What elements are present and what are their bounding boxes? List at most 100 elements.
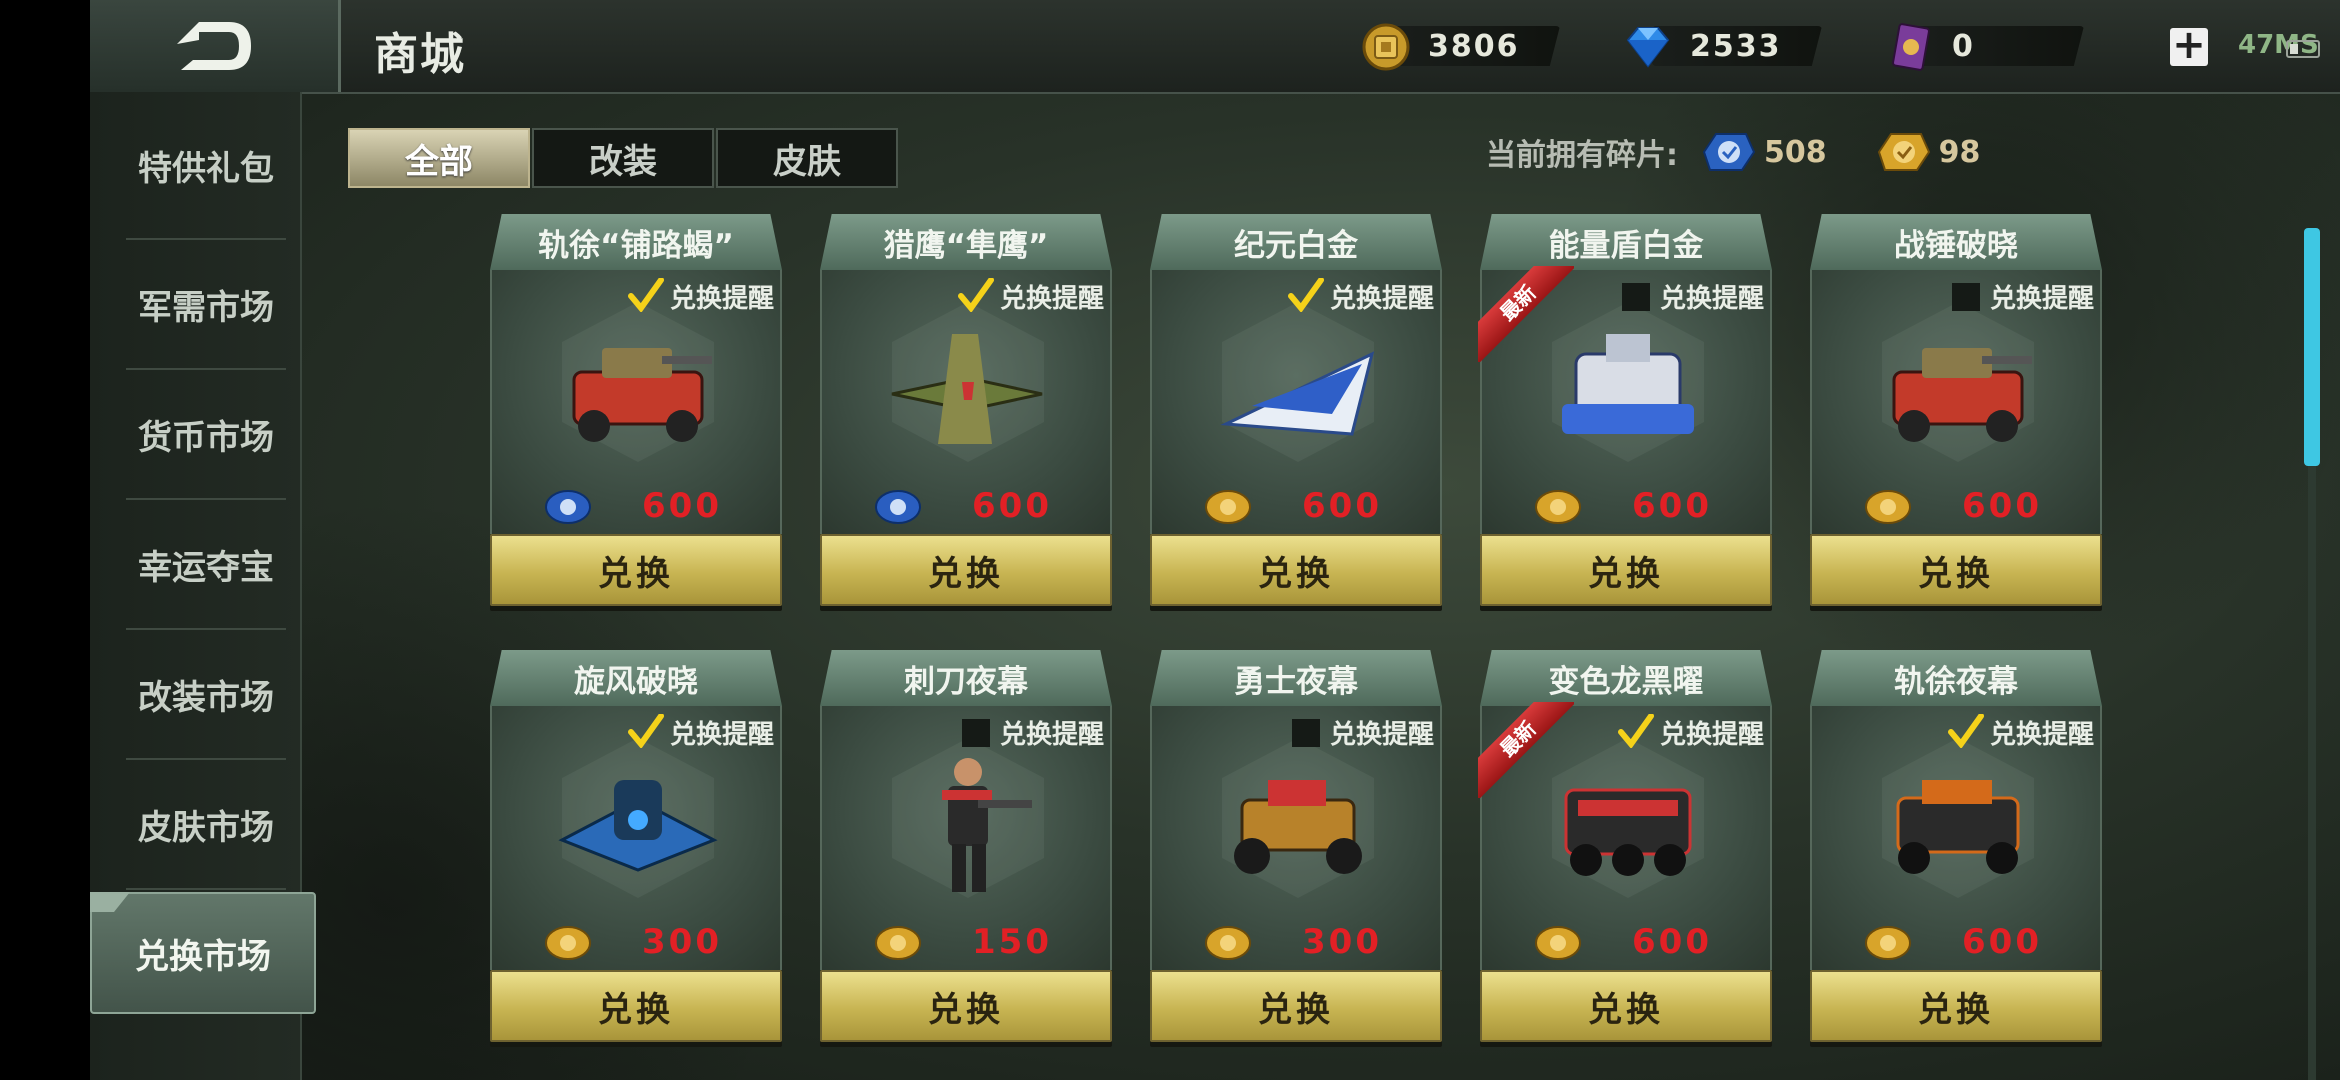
exchange-button[interactable]: 兑换 <box>490 970 782 1042</box>
reminder-label: 兑换提醒 <box>999 284 1104 314</box>
sidebar-item-lucky-draw[interactable]: 幸运夺宝 <box>126 500 286 630</box>
reminder-label: 兑换提醒 <box>1329 720 1434 750</box>
exchange-item-card: 能量盾白金 最新 兑换提醒 600 兑换 <box>1478 214 1772 616</box>
item-preview[interactable]: 兑换提醒 300 <box>490 706 782 970</box>
item-preview[interactable]: 兑换提醒 600 <box>1810 706 2102 970</box>
sidebar-item-currency-market[interactable]: 货币市场 <box>126 370 286 500</box>
price-value: 300 <box>642 922 722 962</box>
add-currency-button[interactable]: + <box>2170 25 2208 66</box>
item-preview[interactable]: 最新 兑换提醒 600 <box>1478 266 1772 534</box>
item-price: 600 <box>822 486 1114 528</box>
exchange-button[interactable]: 兑换 <box>1150 534 1442 606</box>
reminder-toggle[interactable]: 兑换提醒 <box>1617 713 1764 751</box>
exchange-button[interactable]: 兑换 <box>1150 970 1442 1042</box>
gold-fragment-icon <box>1535 490 1581 524</box>
checkbox-unchecked-icon[interactable] <box>961 718 990 747</box>
gold-coin-value: 3806 <box>1428 28 1520 64</box>
tank-icon <box>572 348 712 442</box>
item-preview[interactable]: 兑换提醒 600 <box>490 270 782 534</box>
tank-icon <box>1892 348 2032 442</box>
gold-fragment-icon <box>1535 926 1581 960</box>
item-price: 150 <box>822 922 1114 964</box>
jet-icon <box>1220 351 1375 436</box>
sidebar-item-supply-market[interactable]: 军需市场 <box>126 240 286 370</box>
item-price: 600 <box>1152 486 1444 528</box>
item-title: 轨徐夜幕 <box>1810 650 2102 706</box>
card-counter: 0 <box>1884 22 2114 71</box>
sidebar-item-mod-market[interactable]: 改装市场 <box>126 630 286 760</box>
checkbox-checked-icon[interactable] <box>1617 713 1654 748</box>
checkbox-checked-icon[interactable] <box>627 277 664 312</box>
back-button[interactable] <box>90 0 341 92</box>
item-title: 能量盾白金 <box>1480 214 1772 270</box>
shop-screen: 商城 3806 2533 0 + 47MS 特供礼包 军需市场 货币市场 幸运夺… <box>90 0 2340 1080</box>
item-price: 300 <box>1152 922 1444 964</box>
item-title: 变色龙黑曜 <box>1480 650 1772 706</box>
truck-icon <box>1896 780 2020 874</box>
exchange-button[interactable]: 兑换 <box>820 970 1112 1042</box>
sidebar-item-label: 皮肤市场 <box>138 807 274 848</box>
price-value: 600 <box>972 486 1052 526</box>
mech-icon <box>1562 334 1694 434</box>
aircraft-icon <box>558 780 718 872</box>
item-price: 600 <box>1812 486 2104 528</box>
checkbox-unchecked-icon[interactable] <box>1951 282 1980 311</box>
sidebar-item-gift-pack[interactable]: 特供礼包 <box>126 92 286 240</box>
checkbox-checked-icon[interactable] <box>627 713 664 748</box>
exchange-item-card: 轨徐“铺路蝎” 兑换提醒 600 兑换 <box>490 214 782 616</box>
checkbox-checked-icon[interactable] <box>1287 277 1324 312</box>
item-preview[interactable]: 兑换提醒 600 <box>1810 270 2102 534</box>
reminder-toggle[interactable]: 兑换提醒 <box>1621 278 1764 315</box>
exchange-button[interactable]: 兑换 <box>490 534 782 606</box>
exchange-button[interactable]: 兑换 <box>1810 534 2102 606</box>
reminder-toggle[interactable]: 兑换提醒 <box>961 714 1104 751</box>
scrollbar[interactable] <box>2304 228 2320 1080</box>
checkbox-checked-icon[interactable] <box>1947 713 1984 748</box>
reminder-toggle[interactable]: 兑换提醒 <box>627 713 774 751</box>
price-value: 600 <box>1962 486 2042 526</box>
item-preview[interactable]: 兑换提醒 150 <box>820 706 1112 970</box>
reminder-toggle[interactable]: 兑换提醒 <box>1291 714 1434 751</box>
reminder-toggle[interactable]: 兑换提醒 <box>957 277 1104 315</box>
gold-fragment-icon <box>1865 490 1911 524</box>
exchange-item-card: 纪元白金兑换提醒 600 兑换 <box>1150 214 1442 616</box>
battery-icon <box>2286 40 2320 58</box>
exchange-button[interactable]: 兑换 <box>1480 534 1772 606</box>
gold-fragment-icon <box>1205 490 1251 524</box>
item-title: 刺刀夜幕 <box>820 650 1112 706</box>
checkbox-unchecked-icon[interactable] <box>1621 282 1650 311</box>
item-preview[interactable]: 最新 兑换提醒 600 <box>1478 702 1772 970</box>
price-value: 600 <box>1962 922 2042 962</box>
exchange-button[interactable]: 兑换 <box>1480 970 1772 1042</box>
reminder-toggle[interactable]: 兑换提醒 <box>1947 713 2094 751</box>
exchange-item-card: 轨徐夜幕兑换提醒 600 兑换 <box>1810 650 2102 1052</box>
reminder-toggle[interactable]: 兑换提醒 <box>1287 277 1434 315</box>
checkbox-checked-icon[interactable] <box>957 277 994 312</box>
exchange-item-card: 刺刀夜幕兑换提醒 150 兑换 <box>820 650 1112 1052</box>
fighter-jet-icon <box>891 334 1043 444</box>
exchange-button[interactable]: 兑换 <box>1810 970 2102 1042</box>
item-preview[interactable]: 兑换提醒 600 <box>820 270 1112 534</box>
reminder-toggle[interactable]: 兑换提醒 <box>1951 278 2094 315</box>
gold-fragment-icon <box>545 926 591 960</box>
item-preview[interactable]: 兑换提醒 600 <box>1150 270 1442 534</box>
sidebar-item-skin-market[interactable]: 皮肤市场 <box>126 760 286 890</box>
reminder-label: 兑换提醒 <box>1659 284 1764 314</box>
sidebar-item-exchange-market[interactable]: 兑换市场 <box>90 892 316 1014</box>
reminder-label: 兑换提醒 <box>1659 720 1764 750</box>
exchange-button[interactable]: 兑换 <box>820 534 1112 606</box>
sidebar-item-label: 幸运夺宝 <box>138 547 274 588</box>
blue-fragment-icon <box>1702 133 1756 171</box>
item-title: 纪元白金 <box>1150 214 1442 270</box>
item-preview[interactable]: 兑换提醒 300 <box>1150 706 1442 970</box>
gold-fragment-icon <box>875 926 921 960</box>
price-value: 600 <box>1632 486 1712 526</box>
armored-truck-icon <box>1564 788 1692 876</box>
reminder-toggle[interactable]: 兑换提醒 <box>627 277 774 315</box>
tab-mods[interactable]: 改装 <box>532 128 714 188</box>
scrollbar-thumb[interactable] <box>2304 228 2320 466</box>
tab-all[interactable]: 全部 <box>348 128 530 188</box>
tab-skins[interactable]: 皮肤 <box>716 128 898 188</box>
item-title: 旋风破晓 <box>490 650 782 706</box>
checkbox-unchecked-icon[interactable] <box>1291 718 1320 747</box>
